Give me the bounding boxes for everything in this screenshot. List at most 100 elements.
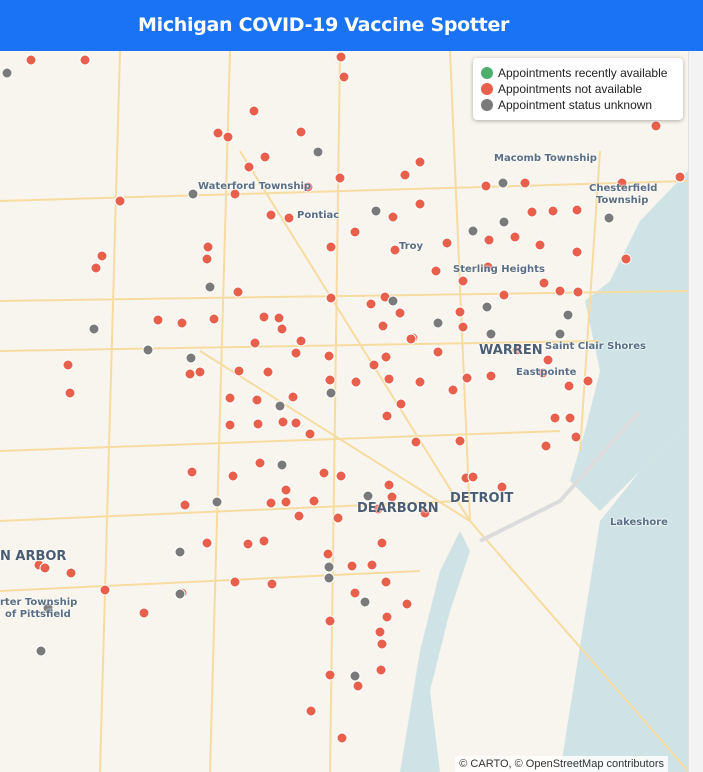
location-marker-unknown[interactable] [562, 309, 574, 321]
location-marker-not-available[interactable] [138, 607, 150, 619]
location-marker-not-available[interactable] [248, 105, 260, 117]
location-marker-not-available[interactable] [376, 638, 388, 650]
location-marker-not-available[interactable] [467, 471, 479, 483]
location-marker-not-available[interactable] [570, 431, 582, 443]
location-marker-not-available[interactable] [243, 161, 255, 173]
location-marker-not-available[interactable] [350, 376, 362, 388]
location-marker-not-available[interactable] [304, 428, 316, 440]
location-marker-not-available[interactable] [650, 120, 662, 132]
location-marker-not-available[interactable] [305, 705, 317, 717]
location-marker-not-available[interactable] [338, 71, 350, 83]
location-marker-unknown[interactable] [35, 645, 47, 657]
location-marker-unknown[interactable] [142, 344, 154, 356]
location-marker-not-available[interactable] [96, 250, 108, 262]
location-marker-unknown[interactable] [1, 67, 13, 79]
location-marker-not-available[interactable] [252, 418, 264, 430]
location-marker-not-available[interactable] [287, 391, 299, 403]
location-marker-not-available[interactable] [251, 394, 263, 406]
location-marker-not-available[interactable] [324, 374, 336, 386]
location-marker-not-available[interactable] [224, 392, 236, 404]
location-marker-unknown[interactable] [274, 400, 286, 412]
location-marker-unknown[interactable] [359, 596, 371, 608]
location-marker-not-available[interactable] [399, 169, 411, 181]
location-marker-not-available[interactable] [441, 237, 453, 249]
location-marker-unknown[interactable] [276, 459, 288, 471]
location-marker-not-available[interactable] [283, 212, 295, 224]
location-marker-not-available[interactable] [176, 317, 188, 329]
location-marker-not-available[interactable] [380, 576, 392, 588]
location-marker-unknown[interactable] [603, 212, 615, 224]
location-marker-unknown[interactable] [432, 317, 444, 329]
location-marker-not-available[interactable] [383, 479, 395, 491]
location-marker-unknown[interactable] [185, 352, 197, 364]
location-marker-not-available[interactable] [325, 292, 337, 304]
location-marker-unknown[interactable] [325, 387, 337, 399]
location-marker-not-available[interactable] [368, 359, 380, 371]
location-marker-not-available[interactable] [25, 54, 37, 66]
location-marker-not-available[interactable] [266, 578, 278, 590]
location-marker-not-available[interactable] [265, 497, 277, 509]
location-marker-not-available[interactable] [224, 419, 236, 431]
location-marker-not-available[interactable] [375, 664, 387, 676]
location-marker-not-available[interactable] [90, 262, 102, 274]
location-marker-not-available[interactable] [39, 562, 51, 574]
location-marker-not-available[interactable] [242, 538, 254, 550]
location-marker-unknown[interactable] [497, 177, 509, 189]
location-marker-unknown[interactable] [323, 572, 335, 584]
location-marker-not-available[interactable] [276, 323, 288, 335]
location-marker-not-available[interactable] [259, 151, 271, 163]
location-marker-not-available[interactable] [336, 732, 348, 744]
location-marker-not-available[interactable] [273, 312, 285, 324]
location-marker-not-available[interactable] [674, 171, 686, 183]
location-marker-not-available[interactable] [414, 198, 426, 210]
location-marker-unknown[interactable] [312, 146, 324, 158]
location-marker-not-available[interactable] [410, 436, 422, 448]
location-marker-not-available[interactable] [563, 380, 575, 392]
location-marker-not-available[interactable] [222, 131, 234, 143]
location-marker-not-available[interactable] [454, 306, 466, 318]
location-marker-not-available[interactable] [229, 576, 241, 588]
location-marker-not-available[interactable] [349, 587, 361, 599]
location-marker-not-available[interactable] [184, 368, 196, 380]
location-marker-unknown[interactable] [387, 295, 399, 307]
location-marker-unknown[interactable] [174, 588, 186, 600]
location-marker-not-available[interactable] [376, 537, 388, 549]
location-marker-not-available[interactable] [293, 510, 305, 522]
location-marker-not-available[interactable] [295, 335, 307, 347]
location-marker-not-available[interactable] [280, 484, 292, 496]
location-marker-not-available[interactable] [335, 51, 347, 63]
location-marker-not-available[interactable] [374, 626, 386, 638]
location-marker-not-available[interactable] [249, 337, 261, 349]
map[interactable]: Macomb Township Chesterfield Township Wa… [0, 51, 688, 772]
location-marker-not-available[interactable] [430, 265, 442, 277]
location-marker-not-available[interactable] [457, 275, 469, 287]
location-marker-not-available[interactable] [201, 537, 213, 549]
location-marker-not-available[interactable] [383, 373, 395, 385]
location-marker-not-available[interactable] [571, 246, 583, 258]
location-marker-not-available[interactable] [179, 499, 191, 511]
location-marker-not-available[interactable] [498, 289, 510, 301]
location-marker-not-available[interactable] [262, 366, 274, 378]
location-marker-not-available[interactable] [395, 398, 407, 410]
location-marker-unknown[interactable] [349, 670, 361, 682]
scrollbar[interactable] [688, 51, 703, 772]
location-marker-not-available[interactable] [432, 346, 444, 358]
location-marker-not-available[interactable] [540, 440, 552, 452]
location-marker-not-available[interactable] [380, 351, 392, 363]
location-marker-not-available[interactable] [212, 127, 224, 139]
location-marker-not-available[interactable] [582, 375, 594, 387]
location-marker-not-available[interactable] [542, 354, 554, 366]
location-marker-not-available[interactable] [114, 195, 126, 207]
location-marker-not-available[interactable] [208, 313, 220, 325]
location-marker-not-available[interactable] [366, 559, 378, 571]
location-marker-unknown[interactable] [174, 546, 186, 558]
location-marker-not-available[interactable] [194, 366, 206, 378]
location-marker-not-available[interactable] [526, 206, 538, 218]
location-marker-not-available[interactable] [295, 126, 307, 138]
location-marker-not-available[interactable] [454, 435, 466, 447]
location-marker-not-available[interactable] [79, 54, 91, 66]
location-marker-not-available[interactable] [290, 417, 302, 429]
attribution[interactable]: © CARTO, © OpenStreetMap contributors [455, 756, 668, 772]
location-marker-not-available[interactable] [201, 253, 213, 265]
location-marker-not-available[interactable] [457, 321, 469, 333]
